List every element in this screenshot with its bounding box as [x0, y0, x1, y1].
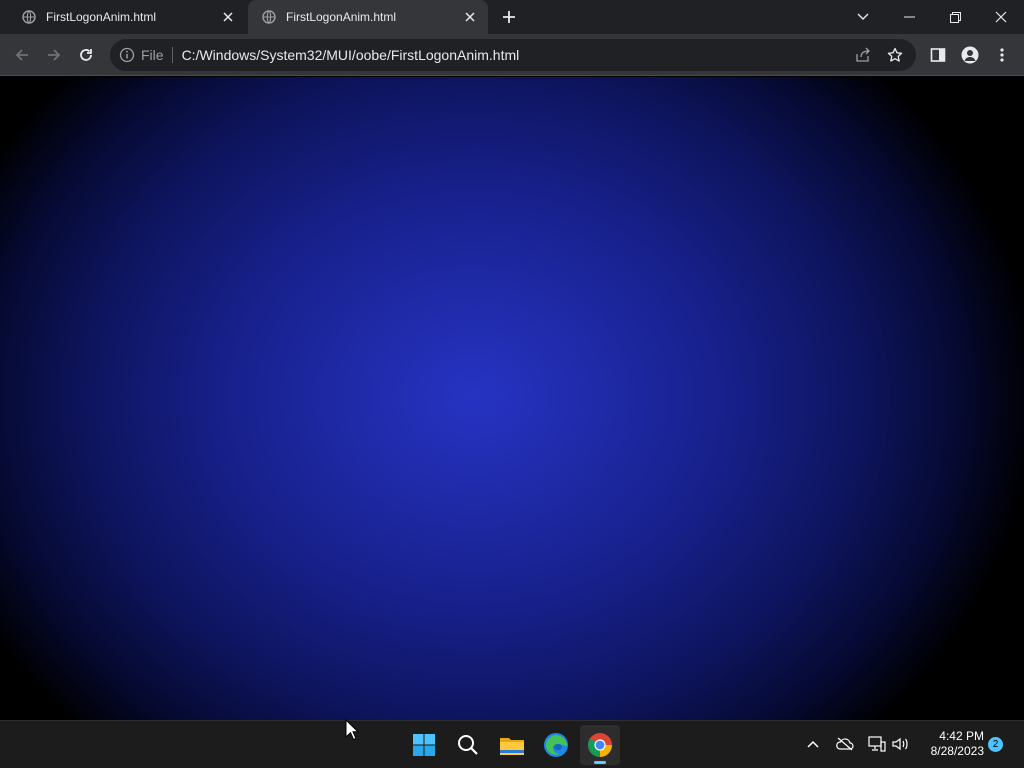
close-icon — [995, 11, 1007, 23]
arrow-left-icon — [15, 49, 28, 61]
menu-button[interactable] — [989, 42, 1015, 68]
file-explorer-button[interactable] — [492, 725, 532, 765]
taskbar: 4:42 PM 8/28/2023 2 — [0, 720, 1024, 768]
network-icon — [868, 736, 886, 752]
reload-icon — [80, 49, 92, 61]
restore-icon — [949, 11, 961, 23]
globe-icon — [262, 10, 276, 24]
clock-date: 8/28/2023 — [930, 744, 984, 758]
profile-icon — [961, 46, 979, 64]
address-divider — [171, 47, 173, 63]
tab-active[interactable]: FirstLogonAnim.html — [248, 0, 488, 34]
kebab-menu-icon — [1000, 48, 1004, 62]
minimize-icon — [903, 16, 915, 18]
tab-title: FirstLogonAnim.html — [46, 10, 157, 24]
url-text[interactable]: C:/Windows/System32/MUI/oobe/FirstLogonA… — [182, 47, 852, 63]
browser-toolbar: File C:/Windows/System32/MUI/oobe/FirstL… — [0, 34, 1024, 76]
cloud-offline-icon — [836, 737, 854, 751]
taskbar-search-button[interactable] — [448, 725, 488, 765]
side-panel-icon — [930, 48, 946, 62]
close-tab-icon[interactable] — [462, 9, 478, 25]
back-button[interactable] — [9, 42, 35, 68]
reload-button[interactable] — [73, 42, 99, 68]
clock[interactable]: 4:42 PM 8/28/2023 — [918, 729, 984, 759]
arrow-right-icon — [48, 49, 61, 61]
chevron-down-icon — [857, 13, 869, 20]
volume-button[interactable] — [889, 733, 911, 755]
mouse-cursor-icon — [345, 718, 360, 741]
active-app-indicator — [594, 761, 606, 764]
file-explorer-icon — [500, 738, 524, 755]
chrome-button[interactable] — [580, 725, 620, 765]
new-tab-button[interactable] — [498, 6, 520, 28]
show-hidden-icons-button[interactable] — [802, 733, 824, 755]
close-tab-icon[interactable] — [220, 9, 236, 25]
side-panel-button[interactable] — [925, 42, 951, 68]
chevron-up-icon — [807, 740, 819, 748]
address-bar[interactable]: File C:/Windows/System32/MUI/oobe/FirstL… — [110, 39, 916, 71]
file-scheme-label: File — [141, 47, 164, 63]
close-window-button[interactable] — [978, 0, 1024, 34]
profile-button[interactable] — [957, 42, 983, 68]
onedrive-status-button[interactable] — [834, 733, 856, 755]
bookmark-star-icon[interactable] — [884, 44, 906, 66]
share-icon[interactable] — [852, 44, 874, 66]
minimize-button[interactable] — [886, 0, 932, 34]
tab-title: FirstLogonAnim.html — [286, 10, 397, 24]
chrome-icon — [588, 733, 612, 757]
tab-search-button[interactable] — [840, 0, 886, 34]
globe-icon — [22, 10, 36, 24]
windows-start-icon — [413, 734, 435, 756]
forward-button[interactable] — [41, 42, 67, 68]
start-button[interactable] — [404, 725, 444, 765]
restore-button[interactable] — [932, 0, 978, 34]
info-icon[interactable] — [119, 47, 135, 63]
network-button[interactable] — [866, 733, 888, 755]
tab-inactive[interactable]: FirstLogonAnim.html — [8, 0, 246, 34]
tab-strip: FirstLogonAnim.html FirstLogonAnim.html — [0, 0, 1024, 34]
clock-time: 4:42 PM — [939, 729, 984, 743]
edge-icon — [544, 733, 568, 757]
plus-icon — [503, 11, 515, 23]
notification-badge[interactable]: 2 — [988, 737, 1003, 752]
search-icon — [458, 735, 478, 755]
page-content-blue-gradient — [0, 77, 1024, 720]
edge-button[interactable] — [536, 725, 576, 765]
volume-icon — [892, 737, 908, 751]
